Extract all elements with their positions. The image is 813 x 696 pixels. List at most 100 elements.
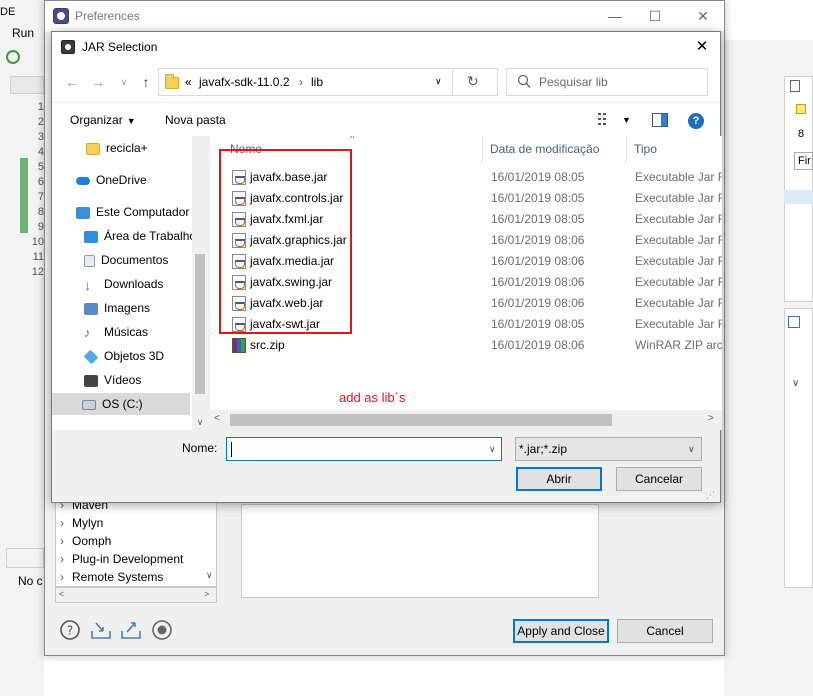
tree-horizontal-scrollbar[interactable]: < > (55, 587, 217, 603)
annotation-text: add as lib´s (339, 390, 406, 405)
nav-item-objetos-3d[interactable]: Objetos 3D (83, 345, 164, 367)
address-bar[interactable]: « javafx-sdk-11.0.2 › lib ∨ ↻ (158, 68, 498, 96)
nav-item-area-de-trabalho[interactable]: Área de Trabalho (84, 225, 196, 247)
highlight-row (784, 190, 813, 204)
up-arrow-icon[interactable]: ↑ (136, 72, 156, 92)
file-name-input[interactable] (230, 440, 480, 458)
export-icon[interactable] (119, 619, 143, 641)
search-input[interactable] (539, 73, 699, 91)
preferences-cancel-button[interactable]: Cancel (617, 619, 713, 643)
cancel-button[interactable]: Cancelar (616, 467, 702, 491)
nav-item-documentos[interactable]: Documentos (84, 249, 168, 271)
new-task-icon[interactable] (796, 104, 806, 114)
chevron-right-icon[interactable]: › (60, 534, 72, 548)
nav-item-musicas[interactable]: ♪ Músicas (84, 321, 148, 343)
address-dropdown-icon[interactable]: ∨ (435, 76, 442, 87)
close-icon[interactable]: ✕ (688, 36, 716, 58)
line-number: 11 (32, 251, 44, 263)
new-folder-button[interactable]: Nova pasta (165, 113, 226, 127)
tree-item-remote-systems[interactable]: › Remote Systems (60, 570, 163, 588)
file-row[interactable]: src.zip16/01/2019 08:06WinRAR ZIP archiv… (210, 335, 722, 356)
menu-run[interactable]: Run (0, 26, 44, 42)
navigation-vertical-scrollbar[interactable]: ∨ (192, 136, 208, 430)
help-icon[interactable]: ? (59, 619, 83, 641)
scrollbar-thumb[interactable] (195, 254, 205, 394)
scroll-left-icon[interactable]: < (59, 589, 64, 599)
back-arrow-icon[interactable]: ← (62, 72, 82, 92)
line-number: 8 (37, 206, 44, 218)
file-name-field[interactable]: ∨ (226, 437, 502, 461)
open-button[interactable]: Abrir (516, 467, 602, 491)
apply-and-close-button[interactable]: Apply and Close (513, 619, 609, 643)
scroll-right-icon[interactable]: > (204, 589, 209, 599)
command-bar: Organizar ▼ Nova pasta ▼ ? (52, 102, 720, 136)
resize-grip-icon[interactable]: ⋰ (706, 490, 715, 501)
dropdown-arrow-icon: ▼ (126, 116, 136, 126)
refresh-icon[interactable]: ↻ (467, 73, 479, 90)
expand-chevron-icon[interactable]: ∨ (792, 378, 799, 389)
app-label: DE (0, 6, 16, 18)
chevron-down-icon[interactable]: ∨ (688, 438, 695, 460)
scrollbar-thumb[interactable] (230, 414, 612, 426)
nav-item-recicla[interactable]: recicla+ (86, 137, 148, 159)
import-icon[interactable] (89, 619, 113, 641)
jar-dialog-title: JAR Selection (82, 40, 158, 54)
nav-item-videos[interactable]: Vídeos (84, 369, 141, 391)
nav-item-este-computador[interactable]: Este Computador (76, 201, 189, 223)
refresh-icon[interactable] (6, 50, 20, 64)
tree-item-mylyn[interactable]: › Mylyn (60, 516, 103, 534)
preview-pane-icon[interactable] (652, 113, 668, 130)
tree-item-oomph[interactable]: › Oomph (60, 534, 111, 552)
editor-tab[interactable] (10, 76, 44, 94)
file-list-horizontal-scrollbar[interactable]: < > (210, 410, 722, 430)
annotation-highlight-box (219, 149, 352, 334)
help-icon[interactable]: ? (688, 113, 704, 129)
address-separator (452, 69, 453, 95)
navigation-bar: ← → ∨ ↑ « javafx-sdk-11.0.2 › lib ∨ ↻ (52, 62, 720, 102)
history-chevron-icon[interactable]: ∨ (114, 72, 134, 92)
forward-arrow-icon[interactable]: → (88, 72, 108, 92)
chevron-down-icon[interactable]: ∨ (489, 444, 496, 455)
line-number: 5 (37, 161, 44, 173)
chevron-right-icon[interactable]: › (60, 570, 72, 584)
view-options-icon[interactable] (598, 112, 614, 129)
view-dropdown-icon[interactable]: ▼ (622, 115, 631, 125)
breadcrumb-prefix[interactable]: « (185, 75, 192, 89)
scroll-right-icon[interactable]: > (708, 413, 714, 424)
nav-item-downloads[interactable]: ↓ Downloads (84, 273, 163, 295)
breadcrumb-separator-icon: › (299, 75, 303, 89)
scroll-left-icon[interactable]: < (214, 413, 220, 424)
tree-item-plugin-development[interactable]: › Plug-in Development (60, 552, 183, 570)
search-icon (517, 74, 531, 93)
nav-item-onedrive[interactable]: OneDrive (76, 169, 147, 191)
find-field[interactable]: Fir (794, 152, 813, 170)
filter-icon[interactable]: 8 (798, 128, 804, 140)
music-icon: ♪ (84, 324, 91, 340)
organize-menu[interactable]: Organizar ▼ (70, 113, 136, 127)
file-type-filter[interactable]: *.jar;*.zip ∨ (515, 437, 702, 461)
desktop-icon (84, 230, 98, 243)
column-header-type[interactable]: Tipo (628, 136, 722, 162)
scroll-down-icon[interactable]: ∨ (192, 414, 208, 430)
nav-item-imagens[interactable]: Imagens (84, 297, 150, 319)
bottom-tab[interactable] (6, 548, 44, 568)
jar-titlebar: JAR Selection ✕ (52, 32, 720, 62)
line-number: 3 (37, 131, 44, 143)
breadcrumb-lib[interactable]: lib (311, 75, 323, 89)
minimize-icon[interactable]: — (601, 5, 629, 27)
chevron-right-icon[interactable]: › (60, 552, 72, 566)
breadcrumb-javafx-sdk[interactable]: javafx-sdk-11.0.2 (199, 75, 290, 89)
line-number: 6 (37, 176, 44, 188)
column-header-date[interactable]: Data de modificação (484, 136, 627, 162)
search-box[interactable] (506, 68, 708, 96)
scroll-down-icon[interactable]: ∨ (206, 570, 213, 581)
maximize-icon[interactable]: ☐ (641, 5, 669, 27)
zip-archive-icon (232, 338, 246, 353)
chevron-right-icon[interactable]: › (60, 516, 72, 530)
record-icon[interactable] (151, 619, 175, 641)
nav-item-os-c[interactable]: OS (C:) (52, 393, 190, 415)
svg-text:?: ? (67, 624, 73, 638)
line-number: 12 (31, 266, 44, 278)
line-number: 10 (31, 236, 44, 248)
close-icon[interactable]: ✕ (689, 5, 717, 27)
